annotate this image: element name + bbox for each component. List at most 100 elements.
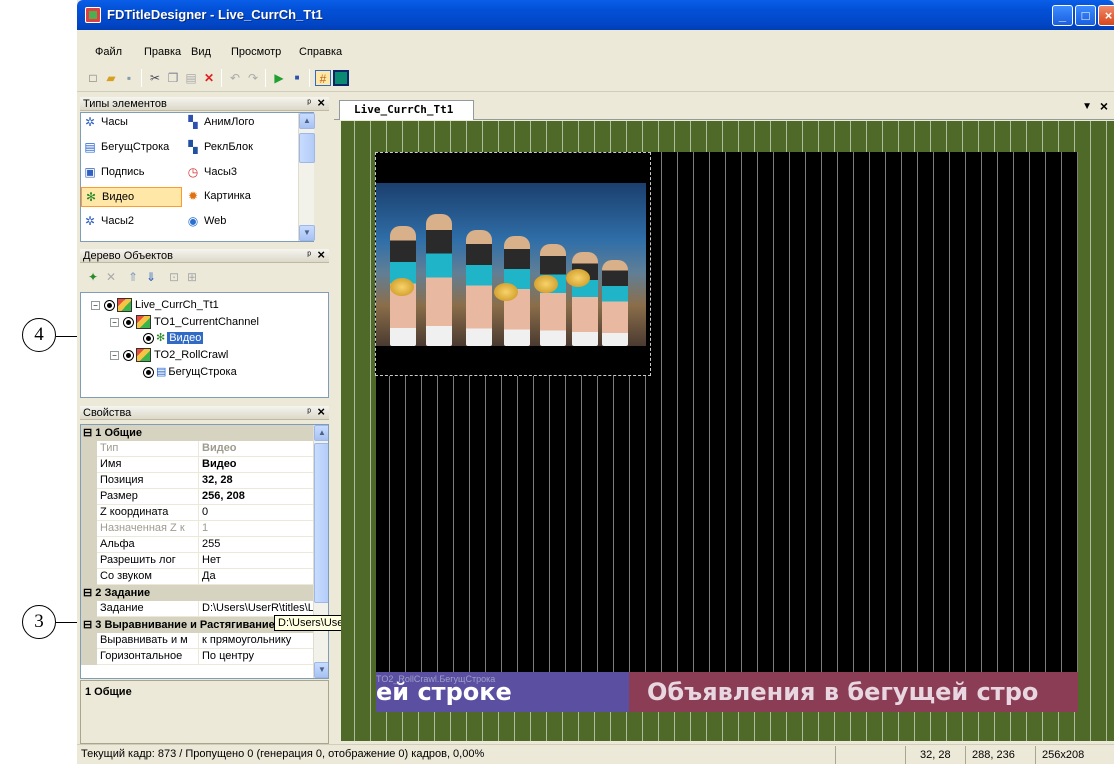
prop-row[interactable]: Выравнивать и мк прямоугольнику [81,633,313,649]
pin-icon[interactable]: ᵖ [307,97,311,111]
add-object-icon[interactable]: ✦ [85,269,101,285]
visibility-icon[interactable] [123,349,134,361]
video-frame [376,183,646,346]
crawl-element[interactable]: ей строке Объявления в бегущей стро TO2_… [376,672,1078,712]
tree-node-root[interactable]: − Live_CurrCh_Tt1 [91,297,219,313]
app-icon [85,7,101,23]
type-item-video[interactable]: ✻ Видео [81,187,182,207]
prop-row[interactable]: Со звуком Да [81,569,313,585]
close-button[interactable]: × [1098,5,1114,26]
status-cursor: 288, 236 [965,746,1025,764]
paste-icon[interactable]: ▤ [183,70,199,86]
tree-node-video[interactable]: ✻ Видео [143,330,204,346]
tree-panel-header: Дерево Объектов ᵖ × [80,248,329,263]
move-down-icon[interactable]: ⇓ [143,269,159,285]
type-item-crawl[interactable]: ▤ БегущСтрока [81,138,169,158]
prop-category-task[interactable]: ⊟ 2 Задание [81,585,313,601]
prop-row[interactable]: Размер 256, 208 [81,489,313,505]
video-element[interactable] [375,152,651,376]
tab-dropdown-icon[interactable]: ▼ [1082,101,1092,112]
property-description: 1 Общие [80,680,329,744]
pin-icon[interactable]: ᵖ [307,406,311,420]
safe-area-icon[interactable] [333,70,349,86]
props-panel-title: Свойства [83,407,132,419]
types-panel-title: Типы элементов [83,98,167,110]
open-icon[interactable]: ▰ [103,70,119,86]
app-window: FDTitleDesigner - Live_CurrCh_Tt1 _ □ × … [77,0,1114,764]
types-scrollbar[interactable]: ▲ ▼ [298,113,315,241]
type-item-caption[interactable]: ▣ Подпись [81,163,144,183]
visibility-icon[interactable] [104,299,115,311]
prop-row[interactable]: Горизонтальное По центру [81,649,313,665]
menu-view[interactable]: Вид [191,46,211,58]
menu-help[interactable]: Справка [299,46,342,58]
status-main: Текущий кадр: 873 / Пропущено 0 (генерац… [81,748,485,760]
type-item-animlogo[interactable]: ▚ АнимЛого [184,113,254,133]
crawl-text-right: Объявления в бегущей стро [629,672,1078,712]
tree-node-crawl[interactable]: ▤ БегущСтрока [143,364,237,380]
type-item-picture[interactable]: ✹ Картинка [184,187,251,207]
copy-icon[interactable]: ❐ [165,70,181,86]
web-icon: ◉ [187,214,199,228]
menu-preview[interactable]: Просмотр [231,46,281,58]
tab-close-icon[interactable]: × [1100,98,1108,114]
object-icon [136,315,151,330]
prop-row[interactable]: Имя Видео [81,457,313,473]
design-canvas[interactable]: ей строке Объявления в бегущей стро TO2_… [341,121,1114,741]
import-icon[interactable]: ⊡ [166,269,182,285]
tree-panel-close-icon[interactable]: × [317,248,325,262]
prop-category-general[interactable]: ⊟ 1 Общие [81,425,313,441]
menu-edit[interactable]: Правка [144,46,181,58]
adblock-icon: ▚ [188,140,198,154]
export-icon[interactable]: ⊞ [184,269,200,285]
types-panel-close-icon[interactable]: × [317,96,325,110]
type-item-clock2[interactable]: ✲ Часы2 [81,212,134,232]
type-item-clock[interactable]: ✲ Часы [81,113,128,133]
prop-row[interactable]: Назначенная Z к1 [81,521,313,537]
prop-row[interactable]: Тип Видео [81,441,313,457]
type-item-clock3[interactable]: ◷ Часы3 [184,163,237,183]
props-scrollbar[interactable]: ▲ ▼ [313,425,328,678]
picture-icon: ✹ [187,189,199,203]
clock-icon: ✲ [84,115,96,129]
visibility-icon[interactable] [143,332,154,344]
props-panel-close-icon[interactable]: × [317,405,325,419]
callout-4: 4 [22,318,56,352]
play-icon[interactable]: ▶ [271,70,287,86]
callout-3: 3 [22,605,56,639]
tab-live-currch[interactable]: Live_CurrCh_Tt1 [339,100,474,120]
caption-icon: ▣ [84,165,96,179]
menu-file[interactable]: Файл [95,46,122,58]
minimize-button[interactable]: _ [1052,5,1073,26]
remove-object-icon[interactable]: ✕ [103,269,119,285]
stop-icon[interactable]: ■ [289,70,305,86]
grid-icon[interactable]: # [315,70,331,86]
prop-row[interactable]: Позиция 32, 28 [81,473,313,489]
type-item-web[interactable]: ◉ Web [184,212,227,232]
pin-icon[interactable]: ᵖ [307,249,311,263]
delete-icon[interactable]: ✕ [201,70,217,86]
tree-node-to2[interactable]: − TO2_RollCrawl [110,347,228,363]
redo-icon[interactable]: ↷ [245,70,261,86]
crawl-caption: TO2_RollCrawl.БегущСтрока [376,674,496,684]
new-icon[interactable]: □ [85,70,101,86]
types-panel-header: Типы элементов ᵖ × [80,96,329,111]
undo-icon[interactable]: ↶ [227,70,243,86]
cut-icon[interactable]: ✂ [147,70,163,86]
prop-row[interactable]: Альфа 255 [81,537,313,553]
title-bar[interactable]: FDTitleDesigner - Live_CurrCh_Tt1 _ □ × [77,0,1114,30]
save-icon[interactable]: ▪ [121,70,137,86]
visibility-icon[interactable] [123,316,134,328]
template-icon [117,298,132,313]
property-grid: ⊟ 1 Общие Тип Видео Имя Видео Позиция 32, 2… [80,424,329,679]
prop-row[interactable]: Z координата 0 [81,505,313,521]
clock3-icon: ◷ [187,165,199,179]
tree-node-to1[interactable]: − TO1_CurrentChannel [110,314,259,330]
types-panel: ✲ Часы ▚ АнимЛого ▤ БегущСтрока ▚ РеклБлок ▣… [80,112,315,242]
maximize-button[interactable]: □ [1075,5,1096,26]
visibility-icon[interactable] [143,366,154,378]
prop-row[interactable]: Разрешить лог Нет [81,553,313,569]
type-item-adblock[interactable]: ▚ РеклБлок [184,138,253,158]
move-up-icon[interactable]: ⇑ [125,269,141,285]
crawl-icon: ▤ [156,366,167,378]
